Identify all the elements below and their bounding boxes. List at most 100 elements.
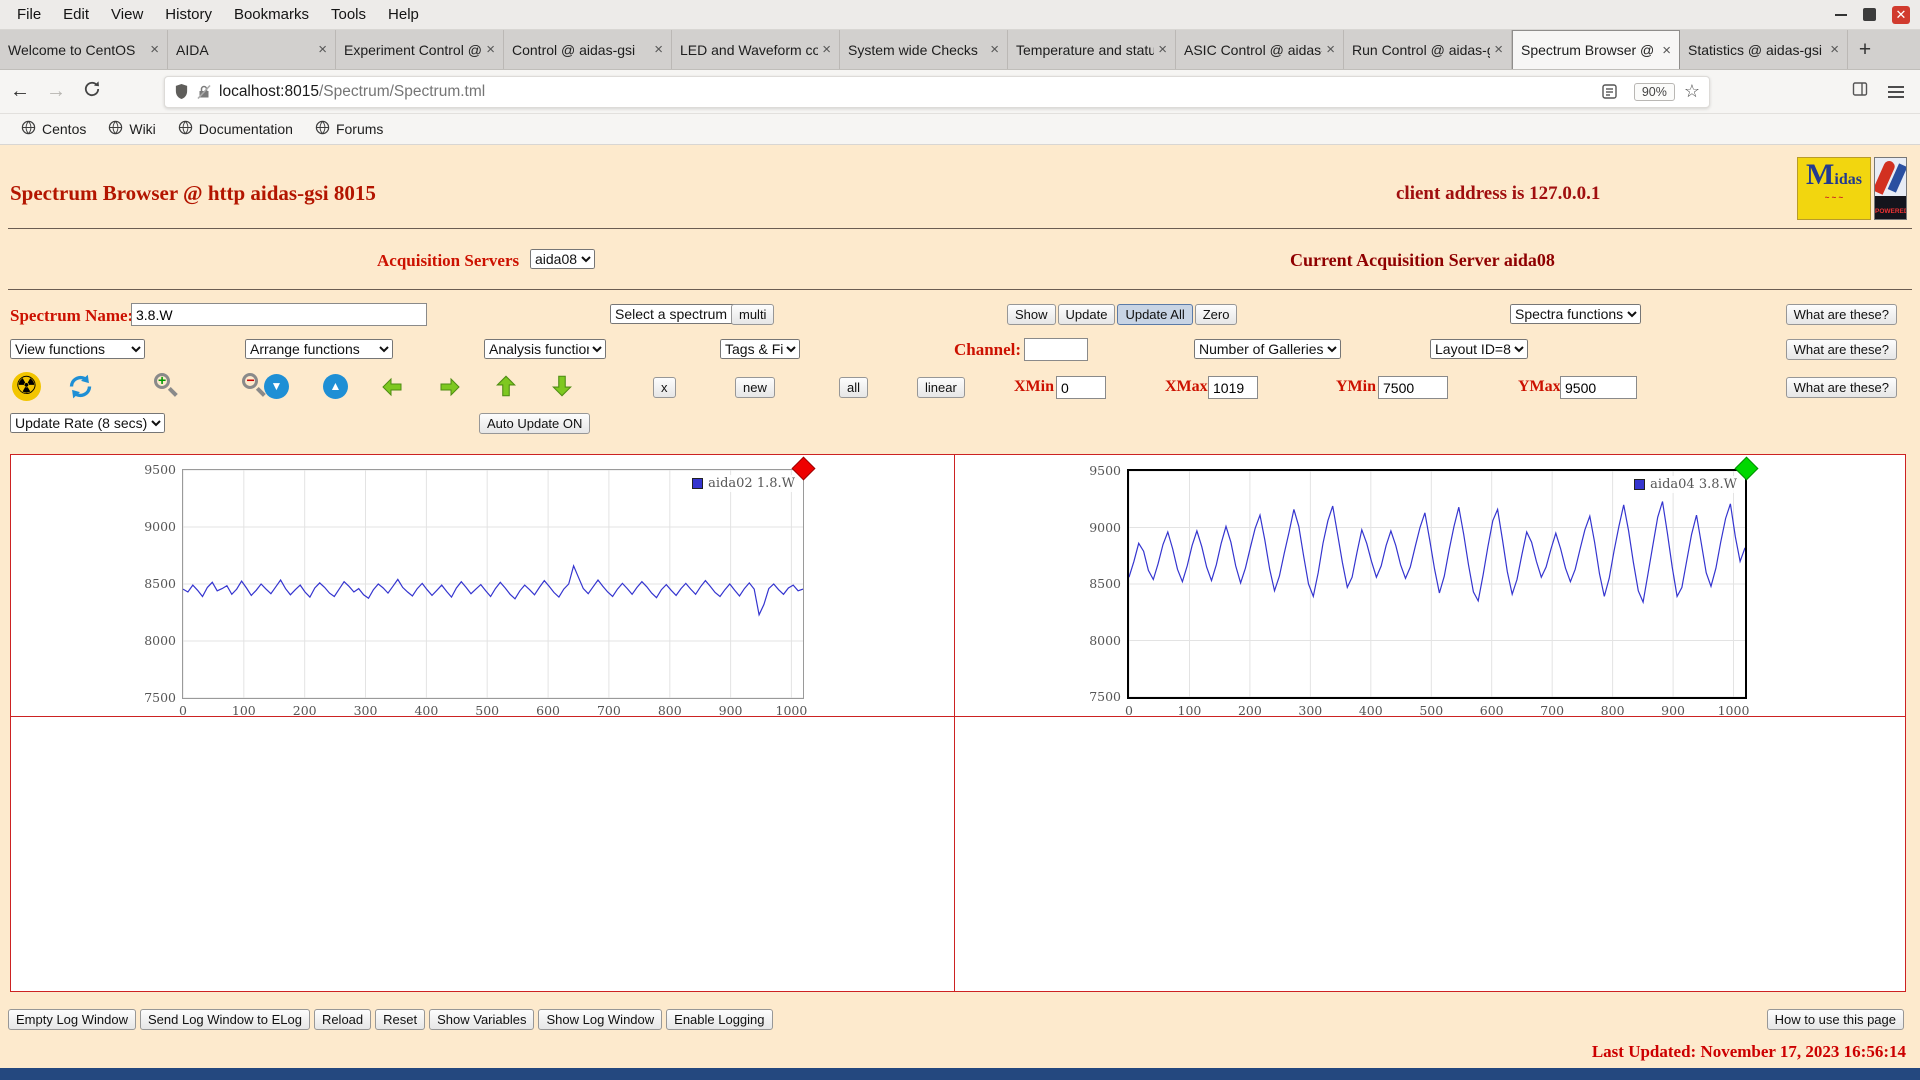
move-right-icon[interactable] bbox=[435, 375, 465, 404]
forward-icon[interactable]: → bbox=[40, 80, 72, 103]
reader-mode-icon[interactable] bbox=[1602, 84, 1617, 99]
menu-tools[interactable]: Tools bbox=[320, 6, 377, 23]
view-functions-dropdown[interactable]: View functions bbox=[10, 339, 145, 359]
tab-close-icon[interactable]: × bbox=[150, 41, 159, 58]
number-of-galleries-dropdown[interactable]: Number of Galleries bbox=[1194, 339, 1341, 359]
reload-button[interactable]: Reload bbox=[313, 1009, 372, 1030]
maximize-icon[interactable] bbox=[1863, 8, 1876, 21]
acquisition-server-select[interactable]: aida08 bbox=[530, 249, 595, 269]
how-to-use-button[interactable]: How to use this page bbox=[1766, 1009, 1904, 1030]
analysis-functions-dropdown[interactable]: Analysis functions bbox=[484, 339, 606, 359]
tab-close-icon[interactable]: × bbox=[1494, 41, 1503, 58]
tab-welcome-to-centos[interactable]: Welcome to CentOS × bbox=[0, 30, 168, 69]
zero-button[interactable]: Zero bbox=[1194, 304, 1238, 325]
tab-statistics-aidas-gsi[interactable]: Statistics @ aidas-gsi × bbox=[1680, 30, 1848, 69]
what-are-these-button-1[interactable]: What are these? bbox=[1785, 304, 1897, 325]
refresh-cycle-icon[interactable] bbox=[67, 373, 94, 405]
tab-control-aidas-gsi[interactable]: Control @ aidas-gsi × bbox=[504, 30, 672, 69]
new-button[interactable]: new bbox=[735, 377, 775, 398]
show-log-window-button[interactable]: Show Log Window bbox=[538, 1009, 663, 1030]
tab-experiment-control-aidas[interactable]: Experiment Control @ aidas× bbox=[336, 30, 504, 69]
tab-asic-control-aidas-g[interactable]: ASIC Control @ aidas-g × bbox=[1176, 30, 1344, 69]
move-up-icon[interactable] bbox=[493, 372, 519, 405]
show-variables-button[interactable]: Show Variables bbox=[429, 1009, 535, 1030]
connection-not-secure-icon[interactable] bbox=[197, 84, 211, 100]
tracking-protection-shield-icon[interactable] bbox=[174, 83, 189, 100]
layout-id-dropdown[interactable]: Layout ID=8 bbox=[1430, 339, 1528, 359]
tab-close-icon[interactable]: × bbox=[990, 41, 999, 58]
zoom-in-icon[interactable]: + bbox=[153, 372, 179, 399]
tab-close-icon[interactable]: × bbox=[1326, 41, 1335, 58]
send-log-window-to-elog-button[interactable]: Send Log Window to ELog bbox=[140, 1009, 310, 1030]
tab-close-icon[interactable]: × bbox=[822, 41, 831, 58]
ymin-input[interactable] bbox=[1378, 376, 1448, 399]
what-are-these-button-2[interactable]: What are these? bbox=[1785, 339, 1897, 360]
bookmark-documentation[interactable]: Documentation bbox=[167, 120, 304, 138]
auto-update-button[interactable]: Auto Update ON bbox=[479, 413, 591, 434]
menu-file[interactable]: File bbox=[6, 6, 52, 23]
tab-label: Experiment Control @ aidas bbox=[344, 41, 482, 58]
radiation-icon[interactable]: ☢ bbox=[12, 372, 41, 401]
tab-spectrum-browser-ai[interactable]: Spectrum Browser @ ai × bbox=[1512, 30, 1680, 69]
menu-edit[interactable]: Edit bbox=[52, 6, 100, 23]
tab-temperature-and-status[interactable]: Temperature and status × bbox=[1008, 30, 1176, 69]
new-tab-button[interactable]: + bbox=[1848, 30, 1882, 69]
enable-logging-button[interactable]: Enable Logging bbox=[666, 1009, 773, 1030]
update-rate-dropdown[interactable]: Update Rate (8 secs) bbox=[10, 413, 165, 433]
ymax-input[interactable] bbox=[1560, 376, 1637, 399]
spectra-functions-dropdown[interactable]: Spectra functions bbox=[1510, 304, 1641, 324]
scroll-down-icon[interactable]: ▼ bbox=[264, 374, 289, 399]
show-button[interactable]: Show bbox=[1007, 304, 1056, 325]
update-all-button[interactable]: Update All bbox=[1117, 304, 1193, 325]
tab-system-wide-checks[interactable]: System wide Checks × bbox=[840, 30, 1008, 69]
bookmark-forums[interactable]: Forums bbox=[304, 120, 394, 138]
xmin-input[interactable] bbox=[1056, 376, 1106, 399]
tab-close-icon[interactable]: × bbox=[654, 41, 663, 58]
empty-log-window-button[interactable]: Empty Log Window bbox=[8, 1009, 136, 1030]
tab-aida[interactable]: AIDA × bbox=[168, 30, 336, 69]
xmax-input[interactable] bbox=[1208, 376, 1258, 399]
spectrum-plot-aida04[interactable]: aida04 3.8.W bbox=[1127, 469, 1747, 699]
sidebar-toggle-icon[interactable] bbox=[1852, 81, 1868, 102]
select-a-spectrum-dropdown[interactable]: Select a spectrum bbox=[610, 304, 745, 324]
menu-view[interactable]: View bbox=[100, 6, 154, 23]
channel-input[interactable] bbox=[1024, 338, 1088, 361]
minimize-icon[interactable] bbox=[1835, 13, 1847, 16]
tab-run-control-aidas-g[interactable]: Run Control @ aidas-g × bbox=[1344, 30, 1512, 69]
reload-icon[interactable] bbox=[76, 80, 108, 104]
all-button[interactable]: all bbox=[839, 377, 869, 398]
bookmark-star-icon[interactable]: ☆ bbox=[1684, 81, 1700, 102]
tab-label: LED and Waveform con bbox=[680, 41, 819, 58]
app-menu-icon[interactable] bbox=[1888, 85, 1904, 98]
reset-button[interactable]: Reset bbox=[375, 1009, 426, 1030]
move-down-icon[interactable] bbox=[549, 372, 575, 405]
spectrum-name-input[interactable] bbox=[131, 303, 427, 326]
update-button[interactable]: Update bbox=[1057, 304, 1116, 325]
what-are-these-button-3[interactable]: What are these? bbox=[1785, 377, 1897, 398]
tags-fits-dropdown[interactable]: Tags & Fits bbox=[720, 339, 800, 359]
multi-button[interactable]: multi bbox=[731, 304, 775, 325]
back-icon[interactable]: ← bbox=[4, 80, 36, 103]
zoom-level-badge[interactable]: 90% bbox=[1633, 82, 1675, 101]
linear-button[interactable]: linear bbox=[917, 377, 965, 398]
client-address: client address is 127.0.0.1 bbox=[1396, 183, 1601, 204]
menu-help[interactable]: Help bbox=[377, 6, 430, 23]
url-bar[interactable]: localhost:8015/Spectrum/Spectrum.tml 90%… bbox=[164, 75, 1710, 108]
bookmark-wiki[interactable]: Wiki bbox=[97, 120, 166, 138]
spectrum-plot-aida02[interactable]: aida02 1.8.W bbox=[182, 469, 804, 699]
x-button[interactable]: x bbox=[653, 377, 676, 398]
tab-label: Welcome to CentOS bbox=[8, 41, 136, 58]
tab-close-icon[interactable]: × bbox=[1158, 41, 1167, 58]
move-left-icon[interactable] bbox=[377, 375, 407, 404]
menu-bookmarks[interactable]: Bookmarks bbox=[223, 6, 320, 23]
tab-close-icon[interactable]: × bbox=[486, 41, 495, 58]
tab-led-and-waveform-con[interactable]: LED and Waveform con × bbox=[672, 30, 840, 69]
tab-close-icon[interactable]: × bbox=[1830, 41, 1839, 58]
close-window-icon[interactable]: ✕ bbox=[1892, 5, 1910, 24]
scroll-up-icon[interactable]: ▲ bbox=[323, 374, 348, 399]
bookmark-centos[interactable]: Centos bbox=[10, 120, 97, 138]
arrange-functions-dropdown[interactable]: Arrange functions bbox=[245, 339, 393, 359]
menu-history[interactable]: History bbox=[154, 6, 223, 23]
tab-close-icon[interactable]: × bbox=[1662, 42, 1671, 59]
tab-close-icon[interactable]: × bbox=[318, 41, 327, 58]
